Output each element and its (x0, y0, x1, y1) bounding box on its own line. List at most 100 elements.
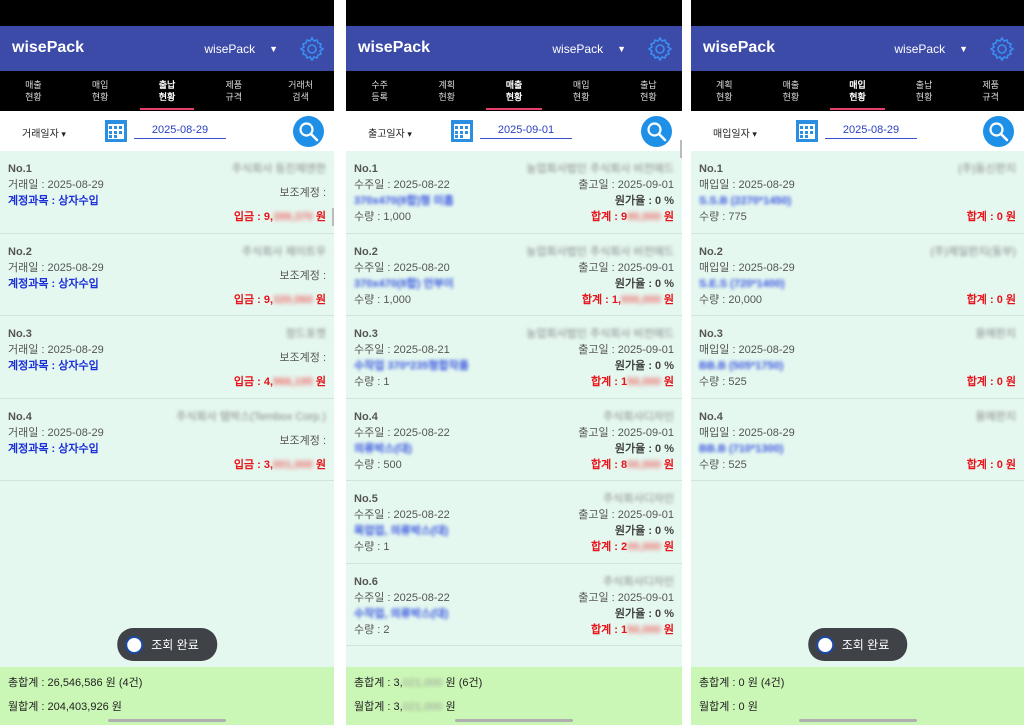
home-indicator[interactable] (455, 719, 573, 722)
calendar-icon[interactable] (104, 119, 128, 143)
list-item[interactable]: No.1 주식회사 등진제엔한 거래일 : 2025-08-29 보조계정 : 계정… (0, 151, 334, 234)
gear-icon[interactable] (988, 35, 1016, 63)
list-item[interactable]: No.3 정드포켓 거래일 : 2025-08-29 보조계정 : 계정과목 : 상… (0, 316, 334, 399)
filter-bar: 거래일자 2025-08-29 (0, 111, 334, 151)
list-item[interactable]: No.4 주식회사 템박스(Tembox Corp.) 거래일 : 2025-08… (0, 399, 334, 481)
cost-rate: 원가율 : 0 % (614, 442, 674, 455)
item-number: No.3 (8, 328, 32, 340)
quantity: 수량 : 525 (699, 458, 747, 471)
transaction-date: 거래일 : 2025-08-29 (8, 426, 104, 439)
search-icon (299, 122, 319, 142)
tab-purchase-status[interactable]: 매입 현황 (67, 71, 134, 111)
tab-purchase-status[interactable]: 매입 현황 (548, 71, 615, 111)
app-bar: wisePack wisePack ▼ (0, 26, 334, 71)
list-item[interactable]: No.2 (주)제일판지(동부) 매입일 : 2025-08-29 S.E.S (… (691, 234, 1024, 316)
total-amount: 합계 : 800,000 원 (591, 458, 674, 471)
deposit-amount: 입금 : 9,399,370 원 (233, 211, 326, 223)
list-item[interactable]: No.3 용에판지 매입일 : 2025-08-29 BB.B (505*1750… (691, 316, 1024, 399)
summary-footer: 총합계 : 3,021,000 원 (6건) 월합계 : 3,021,000 원 (346, 667, 682, 725)
calendar-icon[interactable] (795, 119, 819, 143)
total-sum: 총합계 : 3,021,000 원 (6건) (354, 677, 483, 689)
item-number: No.3 (354, 328, 378, 340)
item-number: No.3 (699, 328, 723, 340)
account-name: wisePack (552, 42, 604, 56)
tab-sales-status[interactable]: 매출 현황 (0, 71, 67, 111)
tab-product-spec[interactable]: 제품 규격 (200, 71, 267, 111)
scrollbar[interactable] (680, 140, 682, 158)
app-title: wisePack (703, 39, 776, 56)
tab-purchase-status[interactable]: 매입 현황 (824, 71, 891, 111)
date-input[interactable]: 2025-08-29 (825, 124, 917, 139)
tab-cash-status[interactable]: 출납 현황 (134, 71, 201, 111)
date-type-dropdown[interactable]: 거래일자 (22, 125, 66, 140)
deposit-amount: 입금 : 4,966,195 원 (233, 376, 326, 388)
list-item[interactable]: No.4 주식회사디자인 수주일 : 2025-08-22 출고일 : 2025-0… (346, 399, 682, 481)
search-button[interactable] (641, 116, 672, 147)
app-bar: wisePack wisePack ▼ (691, 26, 1024, 71)
account-name: wisePack (894, 42, 946, 56)
scrollbar[interactable] (332, 208, 334, 226)
tab-plan-status[interactable]: 계획 현황 (413, 71, 480, 111)
date-input[interactable]: 2025-09-01 (480, 124, 572, 139)
tab-sales-status[interactable]: 매출 현황 (480, 71, 547, 111)
gear-icon[interactable] (298, 35, 326, 63)
company-name: 주식회사디자인 (603, 410, 674, 423)
quantity: 수량 : 1,000 (354, 293, 411, 306)
quantity: 수량 : 2 (354, 623, 390, 636)
info-icon (125, 635, 144, 654)
chevron-down-icon: ▼ (959, 44, 968, 54)
tab-cash-status[interactable]: 출납 현황 (891, 71, 958, 111)
home-indicator[interactable] (108, 719, 226, 722)
tab-plan-status[interactable]: 계획 현황 (691, 71, 758, 111)
item-number: No.4 (699, 410, 723, 423)
item-number: No.5 (354, 493, 378, 505)
list-item[interactable]: No.6 주식회사디자인 수주일 : 2025-08-22 출고일 : 2025-0… (346, 564, 682, 646)
item-number: No.2 (699, 245, 723, 258)
deposit-amount: 입금 : 3,001,000 원 (233, 458, 326, 471)
tab-product-spec[interactable]: 제품 규격 (957, 71, 1024, 111)
cash-status-screen: wisePack wisePack ▼ 매출 현황 매입 현황 출납 현황 제품 규격 … (0, 0, 334, 725)
quantity: 수량 : 1 (354, 541, 390, 553)
account-subject: 계정과목 : 상자수입 (8, 442, 99, 455)
product-name: 수작업 370*235형합작품 (354, 360, 469, 372)
home-indicator[interactable] (798, 719, 917, 722)
quantity: 수량 : 1,000 (354, 211, 411, 223)
total-amount: 합계 : 0 원 (966, 376, 1016, 388)
date-type-dropdown[interactable]: 출고일자 (368, 125, 412, 140)
account-subject: 계정과목 : 상자수입 (8, 195, 99, 207)
order-date: 수주일 : 2025-08-22 (354, 179, 450, 191)
item-number: No.4 (354, 410, 378, 423)
product-name: 목업업, 의류박스(대) (354, 525, 449, 537)
company-name: 주식회사 등진제엔한 (231, 163, 326, 175)
summary-footer: 총합계 : 26,546,586 원 (4건) 월합계 : 204,403,92… (0, 667, 334, 725)
calendar-icon[interactable] (450, 119, 474, 143)
tab-client-search[interactable]: 거래처 검색 (267, 71, 334, 111)
gear-icon[interactable] (646, 35, 674, 63)
list-item[interactable]: No.1 농업회사법인 주식회사 비전에드 수주일 : 2025-08-22 출고일… (346, 151, 682, 234)
tab-sales-status[interactable]: 매출 현황 (758, 71, 825, 111)
ship-date: 출고일 : 2025-09-01 (578, 591, 674, 604)
tab-order-entry[interactable]: 수주 등록 (346, 71, 413, 111)
toast-message: 조회 완료 (807, 628, 908, 661)
list-item[interactable]: No.4 용에판지 매입일 : 2025-08-29 BB.B (710*1300… (691, 399, 1024, 481)
tab-cash-status[interactable]: 출납 현황 (615, 71, 682, 111)
list-item[interactable]: No.2 농업회사법인 주식회사 비전에드 수주일 : 2025-08-20 출고일… (346, 234, 682, 316)
list-item[interactable]: No.2 주식회사 제이트우 거래일 : 2025-08-29 보조계정 : 계정과… (0, 234, 334, 316)
account-dropdown[interactable]: wisePack ▼ (894, 42, 968, 56)
search-button[interactable] (983, 116, 1014, 147)
company-name: 주식회사 제이트우 (241, 245, 326, 258)
company-name: 정드포켓 (285, 328, 326, 340)
account-dropdown[interactable]: wisePack ▼ (552, 42, 626, 56)
list-item[interactable]: No.5 주식회사디자인 수주일 : 2025-08-22 출고일 : 2025-0… (346, 481, 682, 564)
product-name: S.E.S (720*1400) (699, 277, 785, 290)
list-item[interactable]: No.1 (주)동신판지 매입일 : 2025-08-29 S.S.B (2270… (691, 151, 1024, 234)
search-button[interactable] (293, 116, 324, 147)
cost-rate: 원가율 : 0 % (614, 195, 674, 207)
account-subject: 계정과목 : 상자수입 (8, 277, 99, 290)
status-bar (0, 0, 334, 26)
date-input[interactable]: 2025-08-29 (134, 124, 226, 139)
order-date: 수주일 : 2025-08-22 (354, 426, 450, 439)
account-dropdown[interactable]: wisePack ▼ (204, 42, 278, 56)
list-item[interactable]: No.3 농업회사법인 주식회사 비전에드 수주일 : 2025-08-21 출고일… (346, 316, 682, 399)
date-type-dropdown[interactable]: 매입일자 (713, 125, 757, 140)
